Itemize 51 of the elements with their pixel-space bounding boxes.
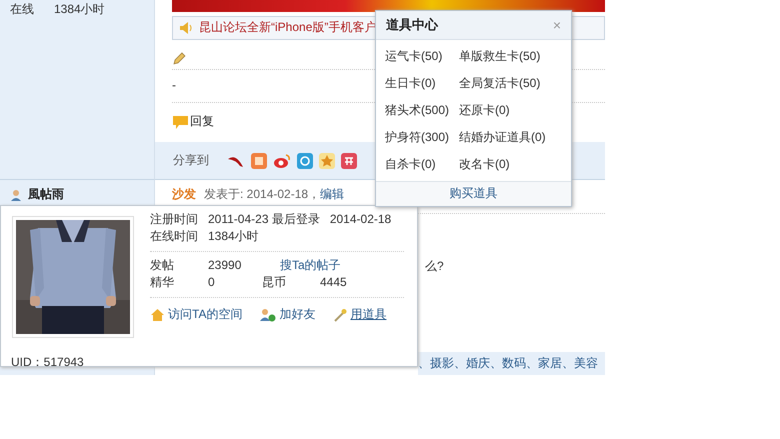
- edit-link[interactable]: 编辑: [320, 186, 344, 203]
- buy-props-link[interactable]: 购买道具: [450, 185, 498, 202]
- stat-label: 在线: [10, 1, 34, 18]
- stat-label: 在线时间: [150, 228, 198, 245]
- stat-value: 2014-02-18: [330, 211, 392, 228]
- stat-value: 1384小时: [54, 1, 105, 18]
- user-id: UID：517943: [10, 354, 85, 371]
- post-text: 么?: [425, 258, 445, 275]
- pencil-icon: [172, 52, 186, 66]
- prop-item[interactable]: 护身符(300): [385, 128, 459, 146]
- comment-icon: [172, 115, 189, 130]
- prop-item[interactable]: 全局复活卡(50): [459, 74, 571, 92]
- star-icon[interactable]: [319, 152, 335, 169]
- prop-item[interactable]: 猪头术(500): [385, 102, 459, 119]
- stat-value: 0: [208, 274, 216, 291]
- user-icon: [10, 188, 22, 200]
- wand-icon: [333, 308, 348, 322]
- stat-value: 1384小时: [208, 228, 259, 245]
- prop-item[interactable]: 单版救生卡(50): [459, 48, 571, 65]
- house-icon: [150, 308, 165, 322]
- author-name[interactable]: 風帖雨: [28, 186, 64, 203]
- action-link[interactable]: 访问TA的空间: [168, 306, 242, 323]
- add-friend-icon: [260, 308, 276, 322]
- stat-value: 2011-04-23 最后登录: [208, 211, 320, 228]
- prop-item[interactable]: 结婚办证道具(0): [459, 128, 571, 146]
- post-date: 发表于: 2014-02-18，: [204, 186, 320, 203]
- action-link[interactable]: 用道具: [350, 306, 386, 323]
- share-icon[interactable]: [297, 152, 313, 169]
- stat-value: 4445: [320, 274, 348, 291]
- prop-item[interactable]: 运气卡(50): [385, 48, 459, 65]
- popup-title: 道具中心: [386, 16, 438, 34]
- share-icon[interactable]: [341, 152, 357, 169]
- stat-label: 精华: [150, 274, 175, 291]
- prop-item[interactable]: 生日卡(0): [385, 74, 459, 92]
- action-link[interactable]: 加好友: [279, 306, 316, 323]
- stat-value: 23990: [208, 257, 242, 274]
- weibo-icon[interactable]: [273, 152, 291, 169]
- post-body: -: [172, 78, 176, 92]
- share-label: 分享到: [173, 152, 209, 170]
- prop-item[interactable]: 自杀卡(0): [385, 156, 459, 173]
- floor-label: 沙发: [172, 186, 196, 203]
- stat-label: 发帖: [150, 257, 175, 274]
- stat-label: 注册时间: [150, 211, 198, 228]
- stat-label: 昆币: [262, 274, 287, 291]
- search-posts-link[interactable]: 搜Ta的帖子: [280, 257, 341, 274]
- prop-item[interactable]: 还原卡(0): [459, 102, 571, 119]
- prop-item[interactable]: 改名卡(0): [459, 156, 571, 173]
- share-icon[interactable]: [251, 152, 267, 169]
- tags-text: 、摄影、婚庆、数码、家居、美容: [418, 355, 598, 372]
- reply-button[interactable]: 回复: [172, 113, 214, 130]
- speaker-icon: [179, 20, 193, 35]
